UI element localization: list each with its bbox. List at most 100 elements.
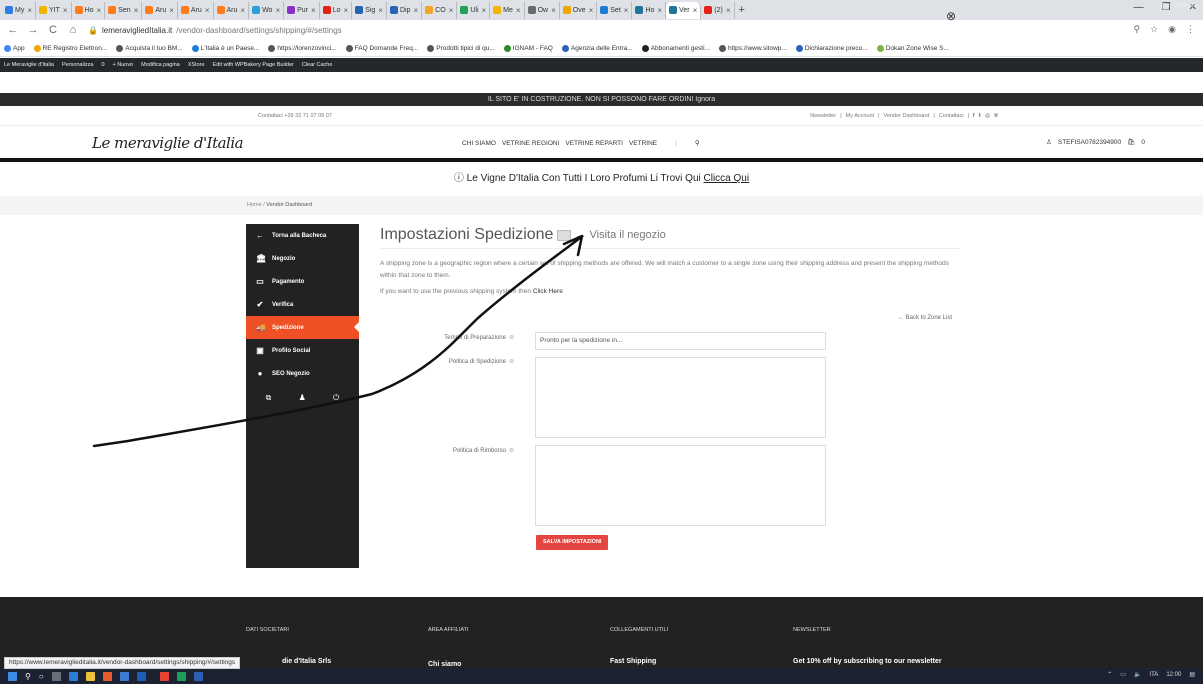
footer-link-chi-siamo[interactable]: Chi siamo: [428, 661, 461, 668]
nav-item[interactable]: CHI SIAMO: [462, 140, 496, 147]
office-icon[interactable]: [102, 672, 112, 681]
browser-tab[interactable]: Ho ×: [72, 1, 106, 19]
wp-admin-item[interactable]: 0: [101, 62, 104, 68]
forward-arrow-icon[interactable]: →: [26, 24, 40, 36]
bookmark-item[interactable]: Dichiarazione preco...: [795, 44, 868, 52]
browser-tab[interactable]: Aru ×: [178, 1, 214, 19]
external-link-icon[interactable]: ⧉: [266, 393, 272, 403]
nav-item[interactable]: VETRINE: [629, 140, 657, 147]
sidebar-item[interactable]: 🏛 Negozio: [246, 247, 359, 270]
tab-close-icon[interactable]: ×: [449, 6, 454, 15]
tab-close-icon[interactable]: ×: [169, 6, 174, 15]
tab-close-icon[interactable]: ×: [693, 6, 698, 15]
tab-close-icon[interactable]: ×: [205, 6, 210, 15]
click-here-link[interactable]: Click Here: [533, 288, 563, 295]
contact-phone[interactable]: Contattaci +39 32 71 07 09 07: [258, 113, 332, 119]
browser-tab[interactable]: Lo ×: [320, 1, 353, 19]
footer-link-fast-shipping[interactable]: Fast Shipping: [610, 658, 656, 665]
file-explorer-icon[interactable]: [85, 672, 95, 681]
url-field[interactable]: 🔒 lemeravigliedItalia.it/vendor-dashboar…: [88, 26, 342, 35]
wp-admin-item[interactable]: + Nuovo: [113, 62, 134, 68]
tab-close-icon[interactable]: ×: [27, 6, 32, 15]
site-logo[interactable]: Le meraviglie d'Italia: [92, 134, 244, 152]
bookmark-item[interactable]: App: [4, 44, 25, 52]
preparation-time-input[interactable]: Pronto per la spedizione in...: [535, 332, 826, 350]
bookmark-item[interactable]: Dokan Zone Wise S...: [876, 44, 949, 52]
search-icon[interactable]: ⚲: [25, 672, 31, 681]
notification-icon[interactable]: ▤: [1189, 671, 1195, 678]
tab-close-icon[interactable]: ×: [63, 6, 68, 15]
user-profile-icon[interactable]: ♟: [299, 393, 306, 403]
save-settings-button[interactable]: SALVA IMPOSTAZIONI: [536, 535, 609, 550]
browser-tab[interactable]: YIT ×: [36, 1, 72, 19]
top-link[interactable]: Newsletter: [810, 113, 836, 119]
nav-item[interactable]: VETRINE REPARTI: [565, 140, 623, 147]
help-icon[interactable]: ⊚: [509, 359, 514, 365]
shipping-policy-textarea[interactable]: [535, 357, 826, 438]
help-icon[interactable]: ⊚: [509, 448, 514, 454]
bookmark-item[interactable]: Abbonamenti gesti...: [641, 44, 710, 52]
bookmark-item[interactable]: IGNAM - FAQ: [503, 44, 553, 52]
volume-icon[interactable]: 🔈: [1134, 671, 1141, 678]
browser-tab[interactable]: Ver ×: [666, 1, 702, 19]
network-icon[interactable]: ▭: [1120, 671, 1126, 678]
minimize-icon[interactable]: —: [1134, 2, 1144, 13]
tab-close-icon[interactable]: ×: [624, 6, 629, 15]
bookmark-item[interactable]: Agenzia delle Entra...: [561, 44, 633, 52]
store-icon[interactable]: [119, 672, 129, 681]
cortana-icon[interactable]: ○: [39, 672, 44, 681]
browser-tab[interactable]: Aru ×: [142, 1, 178, 19]
sidebar-item[interactable]: ← Torna alla Bacheca: [246, 224, 359, 247]
tab-close-icon[interactable]: ×: [413, 6, 418, 15]
tab-close-icon[interactable]: ×: [657, 6, 662, 15]
word-icon[interactable]: [193, 672, 203, 681]
refund-policy-textarea[interactable]: [535, 445, 826, 526]
tab-close-icon[interactable]: ×: [134, 6, 139, 15]
help-icon[interactable]: ⊚: [509, 335, 514, 341]
windows-start-icon[interactable]: [8, 672, 17, 681]
tab-close-icon[interactable]: ×: [589, 6, 594, 15]
wp-admin-item[interactable]: Modifica pagina: [141, 62, 180, 68]
task-view-icon[interactable]: [51, 672, 61, 681]
browser-tab[interactable]: Aru ×: [214, 1, 250, 19]
browser-tab[interactable]: Sen ×: [105, 1, 143, 19]
search-icon[interactable]: ⚲: [695, 139, 700, 147]
sidebar-item[interactable]: ✔ Verifica: [246, 293, 359, 316]
back-to-zone-list-link[interactable]: ← Back to Zone List: [898, 315, 952, 321]
reload-icon[interactable]: C: [46, 24, 60, 36]
browser-tab[interactable]: Ove ×: [560, 1, 598, 19]
pinterest-icon[interactable]: ℗: [994, 113, 998, 119]
wp-greeting[interactable]: Ciao, STEFISA: [1160, 3, 1197, 9]
clock[interactable]: 12:00: [1166, 672, 1181, 678]
sidebar-item[interactable]: ▭ Pagamento: [246, 270, 359, 293]
home-icon[interactable]: ⌂: [66, 24, 80, 36]
top-link[interactable]: My Account: [846, 113, 874, 119]
star-icon[interactable]: ☆: [1150, 24, 1158, 35]
tab-close-icon[interactable]: ×: [378, 6, 383, 15]
chrome-icon[interactable]: [159, 672, 169, 681]
excel-icon[interactable]: [176, 672, 186, 681]
wp-admin-item[interactable]: Clear Cache: [302, 62, 333, 68]
browser-tab[interactable]: Sig ×: [352, 1, 387, 19]
breadcrumb-home[interactable]: Home: [247, 202, 262, 208]
wp-admin-item[interactable]: XStore: [188, 62, 205, 68]
cart-icon[interactable]: 🛍: [1127, 138, 1135, 146]
power-icon[interactable]: ⏻: [333, 393, 339, 403]
top-link[interactable]: Vendor Dashboard: [884, 113, 930, 119]
language-indicator[interactable]: ITA: [1149, 672, 1158, 678]
visit-store-link[interactable]: → Visita il negozio: [575, 229, 665, 241]
nav-item[interactable]: VETRINE REGIONI: [502, 140, 559, 147]
zoom-icon[interactable]: ⚲: [1133, 24, 1140, 35]
mail-icon[interactable]: [136, 672, 146, 681]
tab-close-icon[interactable]: ×: [240, 6, 245, 15]
bookmark-item[interactable]: Prodotti tipici di qu...: [427, 44, 495, 52]
new-tab-button[interactable]: +: [739, 4, 745, 16]
instagram-icon[interactable]: ◎: [985, 113, 990, 119]
facebook-icon[interactable]: f: [973, 113, 975, 119]
browser-tab[interactable]: Dip ×: [387, 1, 423, 19]
bookmark-item[interactable]: Acquista il tuo BM...: [116, 44, 183, 52]
promo-link[interactable]: Clicca Qui: [704, 173, 750, 184]
promo-close-icon[interactable]: ⊗: [946, 9, 956, 23]
wp-admin-item[interactable]: Edit with WPBakery Page Builder: [213, 62, 294, 68]
tab-close-icon[interactable]: ×: [726, 6, 731, 15]
